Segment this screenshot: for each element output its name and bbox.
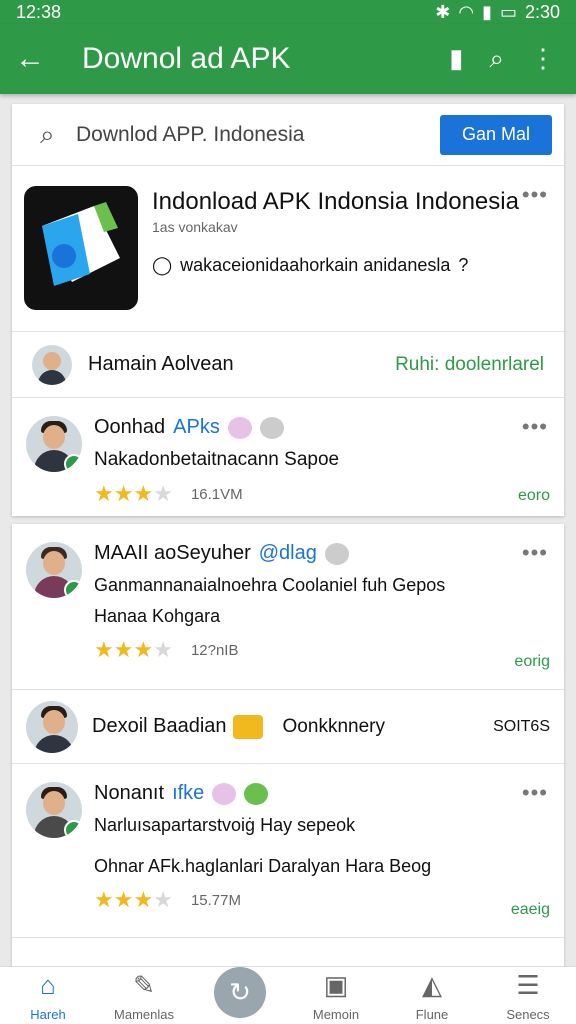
review-text: Ganmannanaialnoehra Coolaniel fuh Gepos: [94, 575, 446, 595]
avatar: [32, 344, 72, 385]
emoji-icon: [259, 416, 284, 439]
reviewer-tag: ıfke: [172, 782, 205, 804]
info-icon: ?: [458, 255, 469, 275]
whatsapp-icon: ◯: [152, 255, 173, 275]
review-meta: eoro: [517, 487, 550, 504]
nav-flune[interactable]: ◭ Flune: [384, 967, 480, 1024]
signal-icon: ▮: [482, 1, 492, 22]
search-icon[interactable]: ⌕: [489, 43, 504, 75]
bottom-nav: ⌂ Hareh ✎ Mamenlas ↻ ▣ Memoin ◭ Flune ☰ …: [0, 966, 576, 1024]
menu-icon: ☰: [516, 970, 540, 1000]
emoji-icon: [212, 782, 237, 805]
search-input[interactable]: Downlod APP. Indonesia: [76, 123, 440, 147]
profile-icon: ◭: [422, 970, 442, 1000]
reviewer-name: MAAII aoSeyuher: [94, 542, 251, 564]
app-description: wakaceionidaahorkain anidanesla: [180, 255, 451, 275]
app-subtitle: 1as vonkakav: [152, 219, 238, 235]
review-text: Narluısapartarstvoiġ Hay sepeok: [94, 815, 356, 835]
review-meta: eorig: [514, 653, 550, 670]
nav-refresh[interactable]: ↻: [192, 967, 288, 1024]
nav-attachments[interactable]: ✎ Mamenlas: [96, 967, 192, 1024]
status-clock: 2:30: [524, 1, 560, 22]
review-more-icon[interactable]: •••: [522, 780, 548, 806]
avatar: [26, 700, 78, 753]
reviewer-tag: @dlag: [258, 542, 317, 564]
review-text: Nakadonbetaitnacann Sapoe: [94, 449, 340, 470]
review-count: 15.77M: [190, 891, 241, 909]
search-card: ⌕ Downlod APP. Indonesia Gan Mal Indonlo…: [12, 104, 564, 516]
app-more-icon[interactable]: •••: [522, 182, 548, 208]
review-text: Oonkknnery: [282, 715, 385, 737]
review-meta: eaeig: [510, 901, 550, 918]
magnifier-icon: ⌕: [40, 118, 55, 149]
reviewer-name: Dexoil Baadian: [92, 715, 227, 737]
verified-icon: [64, 454, 82, 472]
reviewer-name: Nonanıt: [94, 782, 165, 804]
reviewer-name: Oonhad: [94, 416, 166, 438]
review-count: 16.1VM: [190, 485, 243, 503]
status-bar: 12:38 ✱ ◠ ▮ ▭ 2:30: [0, 0, 576, 24]
review-more-icon[interactable]: •••: [522, 414, 548, 440]
list-item[interactable]: MAAII aoSeyuher @dlag Ganmannanaialnoehr…: [12, 524, 564, 690]
emoji-icon: [227, 416, 252, 439]
author-name: Hamain Aolvean: [88, 353, 234, 375]
app-name: Indonload APK Indonsia Indonesia: [152, 188, 519, 215]
app-bar: ← Downol ad APK ▮ ⌕ ⋮: [0, 24, 576, 94]
avatar: [26, 416, 82, 472]
review-count: 12?nIB: [190, 641, 239, 659]
home-icon: ⌂: [40, 970, 56, 1000]
bluetooth-icon: ✱: [435, 1, 451, 22]
rating-stars: ★ ★ ★ ★ 12?nIB: [94, 637, 239, 662]
wifi-icon: ◠: [458, 1, 475, 22]
list-item[interactable]: Oonhad APks Nakadonbetaitnacann Sapoe ★ ★…: [12, 398, 564, 523]
app-entry[interactable]: Indonload APK Indonsia Indonesia 1as von…: [12, 166, 564, 332]
app-icon: [24, 186, 138, 310]
bookmark-icon[interactable]: ▮: [449, 43, 463, 75]
reviews-card: MAAII aoSeyuher @dlag Ganmannanaialnoehr…: [12, 524, 564, 1024]
battery-icon: ▭: [499, 1, 517, 22]
list-item[interactable]: Nonanıt ıfke Narluısapartarstvoiġ Hay se…: [12, 764, 564, 938]
rating-stars: ★ ★ ★ ★ 15.77M: [94, 887, 241, 912]
author-link[interactable]: Ruhi: doolenrlarel: [395, 354, 544, 376]
avatar: [26, 782, 82, 838]
rating-stars: ★ ★ ★ ★ 16.1VM: [94, 481, 243, 506]
review-meta: SOIT6S: [493, 717, 550, 735]
list-item[interactable]: Dexoil Baadian Oonkknnery SOIT6S: [12, 690, 564, 764]
refresh-icon[interactable]: ↻: [214, 967, 266, 1018]
status-time: 12:38: [16, 1, 62, 22]
search-button[interactable]: Gan Mal: [440, 114, 552, 155]
nav-services[interactable]: ☰ Senecs: [480, 967, 576, 1024]
memo-icon: ▣: [323, 970, 349, 1000]
review-text-2: Hanaa Kohgara: [94, 606, 221, 626]
review-text-2: Ohnar AFk.haglanlari Daralyan Hara Beog: [94, 856, 432, 876]
verified-icon: [64, 580, 82, 598]
more-icon[interactable]: ⋮: [530, 43, 556, 75]
nav-home[interactable]: ⌂ Hareh: [0, 967, 96, 1024]
search-row: ⌕ Downlod APP. Indonesia Gan Mal: [12, 104, 564, 166]
reviewer-tag: APks: [173, 416, 220, 438]
emoji-icon: [244, 782, 269, 805]
page-title: Downol ad APK: [82, 42, 291, 75]
verified-icon: [64, 820, 82, 838]
avatar: [26, 542, 82, 598]
paperclip-icon: ✎: [133, 970, 155, 1000]
nav-memo[interactable]: ▣ Memoin: [288, 967, 384, 1024]
chat-icon: [232, 714, 263, 739]
emoji-icon: [324, 542, 349, 565]
review-more-icon[interactable]: •••: [522, 540, 548, 566]
author-row[interactable]: Hamain Aolvean Ruhi: doolenrlarel: [12, 332, 564, 398]
back-icon[interactable]: ←: [0, 42, 60, 76]
